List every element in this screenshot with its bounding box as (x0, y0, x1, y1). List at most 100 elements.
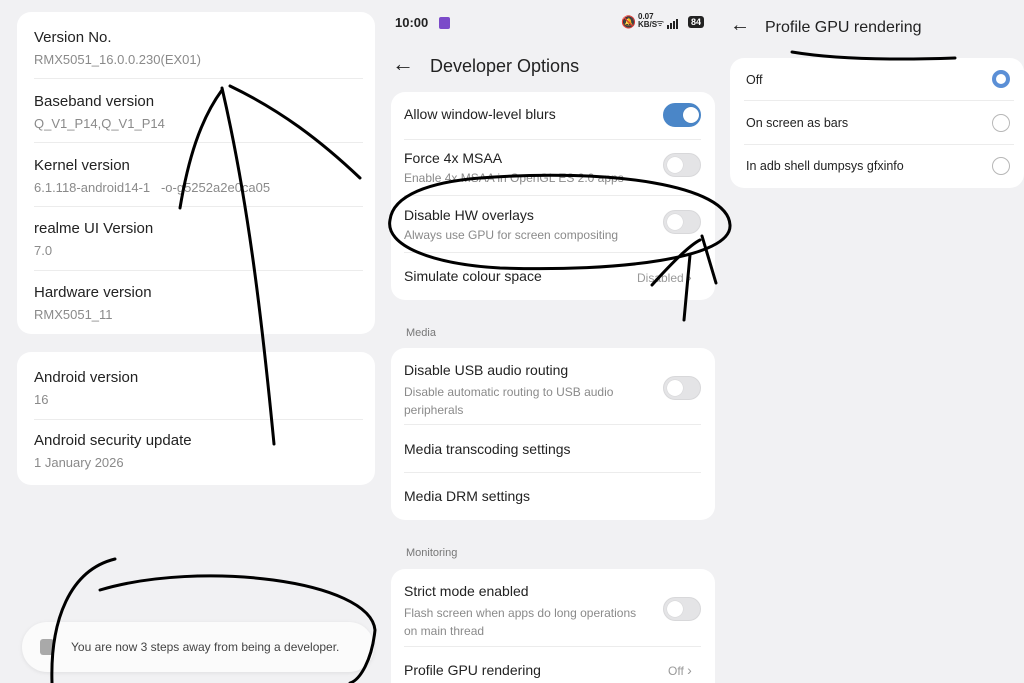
status-time: 10:00 (395, 15, 429, 30)
back-arrow-icon[interactable]: ← (392, 51, 414, 77)
toggle-knob (667, 157, 683, 173)
option-off[interactable]: Off (746, 73, 762, 87)
radio-off[interactable] (992, 70, 1010, 88)
android-version-item[interactable]: Android version 16 (34, 369, 374, 407)
monitoring-settings-card: Strict mode enabled Flash screen when ap… (391, 569, 715, 683)
chevron-right-icon: › (687, 269, 692, 285)
item-label: Android version (34, 369, 139, 386)
strict-mode-toggle[interactable] (663, 597, 701, 621)
divider (404, 252, 701, 253)
divider (34, 78, 363, 79)
item-description: Always use GPU for screen compositing (404, 228, 619, 242)
hardware-version-item[interactable]: Hardware version RMX5051_11 (34, 284, 374, 322)
item-label: Disable HW overlays (404, 207, 534, 223)
android-info-card: Android version 16 Android security upda… (17, 352, 375, 485)
battery-indicator: 84 (688, 16, 705, 28)
media-section-header: Media (406, 327, 436, 339)
toast-message: You are now 3 steps away from being a de… (71, 640, 340, 654)
force-msaa-toggle[interactable] (663, 153, 701, 177)
divider (34, 270, 363, 271)
item-label: Kernel version (34, 157, 130, 174)
item-description: Enable 4x MSAA in OpenGL ES 2.0 apps (404, 171, 624, 185)
toggle-knob (667, 601, 683, 617)
screenshot-collage: Version No. RMX5051_16.0.0.230(EX01) Bas… (0, 0, 1024, 683)
status-bar: 10:00 🔕 0.07 KB/S ᯤ 84 (395, 13, 715, 33)
media-drm-item[interactable]: Media DRM settings (404, 488, 530, 504)
speed-unit: KB/S (638, 20, 658, 29)
page-title: Developer Options (430, 56, 580, 76)
developer-options-panel: 10:00 🔕 0.07 KB/S ᯤ 84 ← Developer Optio… (378, 0, 728, 683)
kernel-version-item[interactable]: Kernel version 6.1.118-android14-1 -o-g5… (34, 157, 374, 195)
item-value: RMX5051_16.0.0.230(EX01) (34, 52, 201, 67)
hw-overlays-toggle[interactable] (663, 210, 701, 234)
network-speed: 0.07 KB/S (638, 13, 657, 29)
divider (34, 142, 363, 143)
item-label: Media DRM settings (404, 488, 531, 504)
security-update-item[interactable]: Android security update 1 January 2026 (34, 432, 374, 470)
gpu-options-card: Off On screen as bars In adb shell dumps… (730, 58, 1024, 188)
item-label: Force 4x MSAA (404, 150, 503, 166)
profile-gpu-panel: ← Profile GPU rendering Off On screen as… (728, 0, 1024, 683)
divider (404, 472, 701, 473)
realme-ui-version-item[interactable]: realme UI Version 7.0 (34, 220, 374, 258)
toggle-knob (683, 107, 699, 123)
settings-app-icon (40, 639, 54, 655)
value-text: Off (668, 664, 684, 678)
signal-icon (667, 16, 681, 29)
allow-window-blurs-item[interactable]: Allow window-level blurs (404, 106, 556, 122)
item-label: Strict mode enabled (404, 583, 529, 599)
disable-usb-audio-item[interactable]: Disable USB audio routing Disable automa… (404, 362, 644, 419)
item-value: 1 January 2026 (34, 455, 124, 470)
divider (34, 206, 363, 207)
colour-space-value: Disabled › (637, 269, 692, 285)
notification-icon (439, 17, 450, 29)
option-on-screen-bars[interactable]: On screen as bars (746, 116, 848, 130)
item-value: RMX5051_11 (34, 307, 113, 322)
divider (744, 100, 1014, 101)
graphics-settings-card: Allow window-level blurs Force 4x MSAA E… (391, 92, 715, 300)
item-value: 16 (34, 392, 49, 407)
item-label: Disable USB audio routing (404, 362, 569, 378)
divider (744, 144, 1014, 145)
developer-toast: You are now 3 steps away from being a de… (22, 622, 374, 672)
item-label: Hardware version (34, 284, 152, 301)
item-description: Disable automatic routing to USB audio p… (404, 385, 614, 417)
divider (404, 139, 701, 140)
radio-on-screen-bars[interactable] (992, 114, 1010, 132)
profile-gpu-rendering-item[interactable]: Profile GPU rendering (404, 662, 541, 678)
item-label: realme UI Version (34, 220, 154, 237)
media-transcoding-item[interactable]: Media transcoding settings (404, 441, 571, 457)
window-blurs-toggle[interactable] (663, 103, 701, 127)
media-settings-card: Disable USB audio routing Disable automa… (391, 348, 715, 520)
baseband-version-item[interactable]: Baseband version Q_V1_P14,Q_V1_P14 (34, 93, 374, 131)
strict-mode-item[interactable]: Strict mode enabled Flash screen when ap… (404, 583, 644, 640)
about-phone-panel: Version No. RMX5051_16.0.0.230(EX01) Bas… (0, 0, 390, 683)
item-value: Q_V1_P14,Q_V1_P14 (34, 116, 165, 131)
item-label: Baseband version (34, 93, 155, 110)
monitoring-section-header: Monitoring (406, 547, 458, 559)
divider (34, 419, 363, 420)
device-info-card: Version No. RMX5051_16.0.0.230(EX01) Bas… (17, 12, 375, 334)
radio-adb-gfxinfo[interactable] (992, 157, 1010, 175)
mute-icon: 🔕 (621, 15, 636, 29)
back-arrow-icon[interactable]: ← (730, 14, 750, 37)
wifi-icon: ᯤ (656, 18, 665, 28)
divider (404, 424, 701, 425)
page-title: Profile GPU rendering (765, 19, 922, 36)
toggle-knob (667, 380, 683, 396)
force-msaa-item[interactable]: Force 4x MSAA Enable 4x MSAA in OpenGL E… (404, 150, 624, 185)
disable-hw-overlays-item[interactable]: Disable HW overlays Always use GPU for s… (404, 207, 618, 242)
usb-audio-toggle[interactable] (663, 376, 701, 400)
chevron-right-icon: › (687, 662, 692, 678)
item-label: Media transcoding settings (404, 441, 571, 457)
profile-gpu-value: Off › (668, 662, 692, 678)
item-value: 7.0 (34, 243, 53, 258)
item-label: Simulate colour space (404, 268, 542, 284)
simulate-colour-space-item[interactable]: Simulate colour space (404, 268, 542, 284)
divider (404, 195, 701, 196)
item-label: Profile GPU rendering (404, 662, 541, 678)
toggle-knob (667, 214, 683, 230)
item-label: Allow window-level blurs (404, 106, 556, 122)
option-adb-gfxinfo[interactable]: In adb shell dumpsys gfxinfo (746, 159, 904, 173)
version-number-item[interactable]: Version No. RMX5051_16.0.0.230(EX01) (34, 29, 374, 67)
